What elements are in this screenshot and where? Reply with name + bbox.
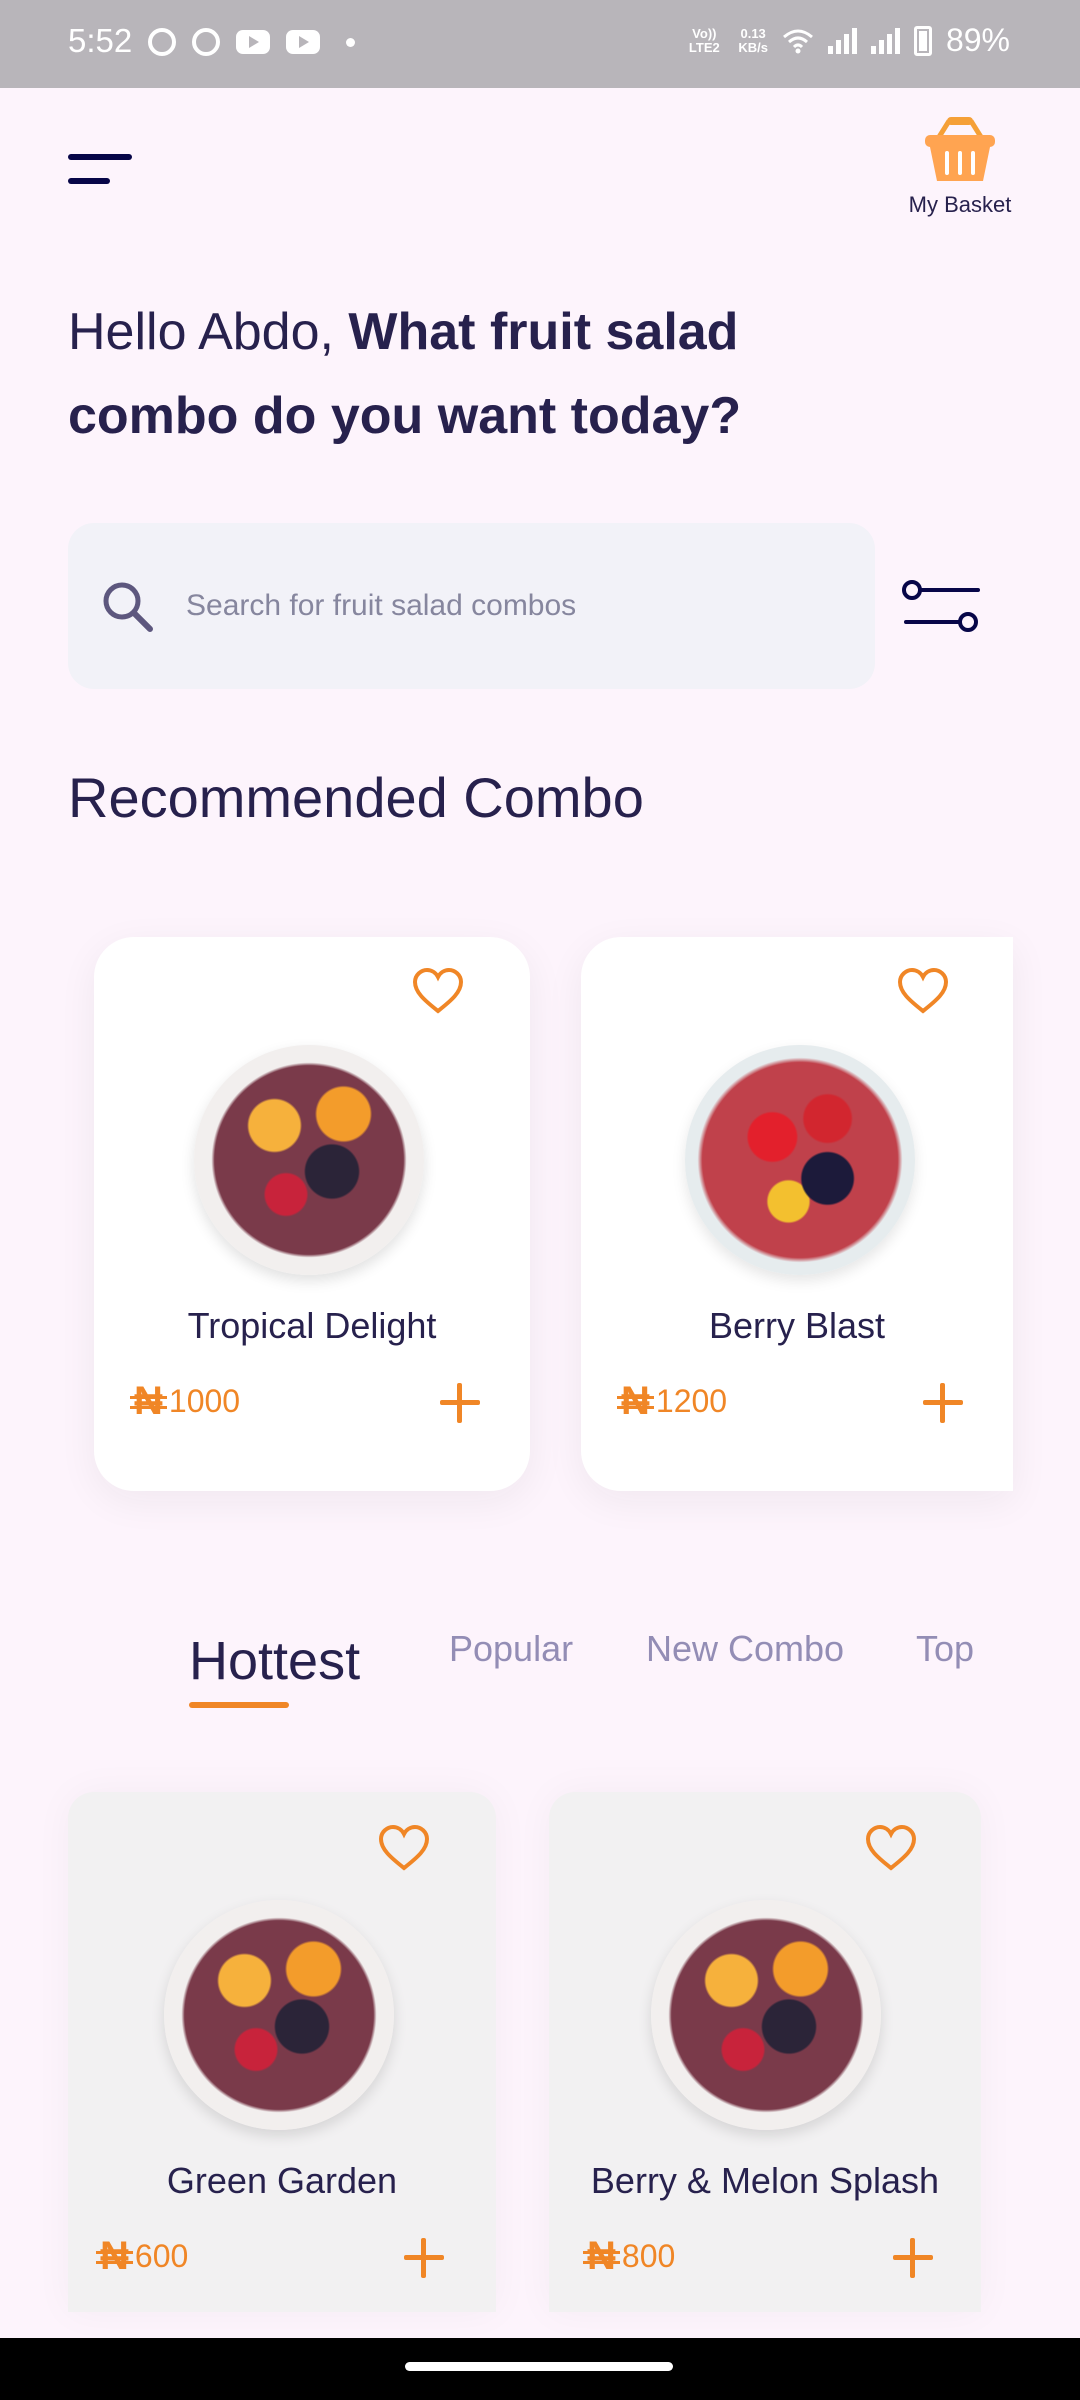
greeting-hello: Hello Abdo, [68, 303, 349, 361]
menu-icon-line [68, 178, 110, 184]
tab-hottest[interactable]: Hottest [189, 1630, 360, 1692]
fruit-salad-image [685, 1045, 915, 1275]
heart-icon[interactable] [378, 1824, 430, 1872]
search-bar[interactable] [68, 523, 875, 689]
combo-name: Green Garden [166, 2160, 398, 2201]
search-icon [103, 582, 153, 632]
signal-icon [870, 27, 900, 54]
network-speed: 0.13 KB/s [738, 25, 768, 55]
combo-name: Berry & Melon Splash [590, 2160, 940, 2201]
basket-label: My Basket [908, 192, 1012, 217]
combo-card[interactable]: Berry Blast ₦ 1200 [581, 937, 1013, 1491]
notification-icons [148, 28, 355, 56]
fruit-salad-image [651, 1900, 881, 2130]
naira-currency: ₦ [617, 1379, 654, 1423]
heart-icon[interactable] [865, 1824, 917, 1872]
active-tab-indicator [189, 1702, 289, 1708]
add-to-basket-button[interactable] [440, 1383, 480, 1423]
price-value: 1000 [168, 1383, 241, 1419]
add-to-basket-button[interactable] [923, 1383, 963, 1423]
price-value: 800 [621, 2238, 676, 2274]
combo-card[interactable]: Tropical Delight ₦ 1000 [94, 937, 530, 1491]
whatsapp-icon [148, 28, 176, 56]
combo-card[interactable]: Berry & Melon Splash ₦ 800 [549, 1792, 981, 2312]
battery-level: 89% [945, 22, 1010, 58]
price-value: 600 [134, 2238, 189, 2274]
volte-indicator: Vo)) LTE2 [688, 25, 720, 55]
network-speed-value: 0.13 [740, 25, 766, 41]
my-basket-button[interactable]: My Basket [900, 115, 1020, 218]
fruit-salad-image [164, 1900, 394, 2130]
menu-icon [68, 154, 132, 160]
filter-icon[interactable] [902, 578, 982, 634]
naira-currency: ₦ [583, 2234, 620, 2278]
fruit-salad-image [194, 1045, 424, 1275]
tab-top[interactable]: Top [916, 1628, 974, 1670]
heart-icon[interactable] [897, 967, 949, 1015]
combo-price: ₦ 1000 [130, 1379, 241, 1424]
combo-price: ₦ 600 [96, 2234, 189, 2279]
combo-name: Tropical Delight [187, 1305, 437, 1346]
combo-card[interactable]: Green Garden ₦ 600 [68, 1792, 496, 2312]
tab-new-combo[interactable]: New Combo [646, 1628, 844, 1670]
combo-name: Berry Blast [708, 1305, 886, 1346]
add-to-basket-button[interactable] [404, 2238, 444, 2278]
signal-icon [827, 27, 857, 54]
more-notifications-icon [346, 37, 355, 47]
recommended-title: Recommended Combo [68, 766, 644, 829]
price-value: 1200 [655, 1383, 728, 1419]
network-speed-unit: KB/s [738, 39, 768, 55]
wifi-icon [782, 29, 813, 53]
combo-price: ₦ 1200 [617, 1379, 728, 1424]
status-bar: 5:52 Vo)) LTE2 0.13 KB/s 89% [0, 0, 1080, 88]
heart-icon[interactable] [412, 967, 464, 1015]
greeting-text: Hello Abdo, What fruit salad combo do yo… [68, 290, 788, 458]
basket-icon [925, 117, 995, 181]
settings-icon [192, 28, 220, 56]
naira-currency: ₦ [96, 2234, 133, 2278]
naira-currency: ₦ [130, 1379, 167, 1423]
search-input[interactable] [186, 571, 846, 641]
tab-popular[interactable]: Popular [449, 1628, 573, 1670]
menu-button[interactable] [68, 150, 134, 190]
youtube-icon [286, 30, 320, 54]
add-to-basket-button[interactable] [893, 2238, 933, 2278]
status-time: 5:52 [68, 22, 133, 59]
combo-price: ₦ 800 [583, 2234, 676, 2279]
system-navigation-bar [0, 2338, 1080, 2400]
home-gesture-handle[interactable] [405, 2362, 673, 2371]
youtube-icon [236, 30, 270, 54]
battery-icon [913, 25, 932, 56]
